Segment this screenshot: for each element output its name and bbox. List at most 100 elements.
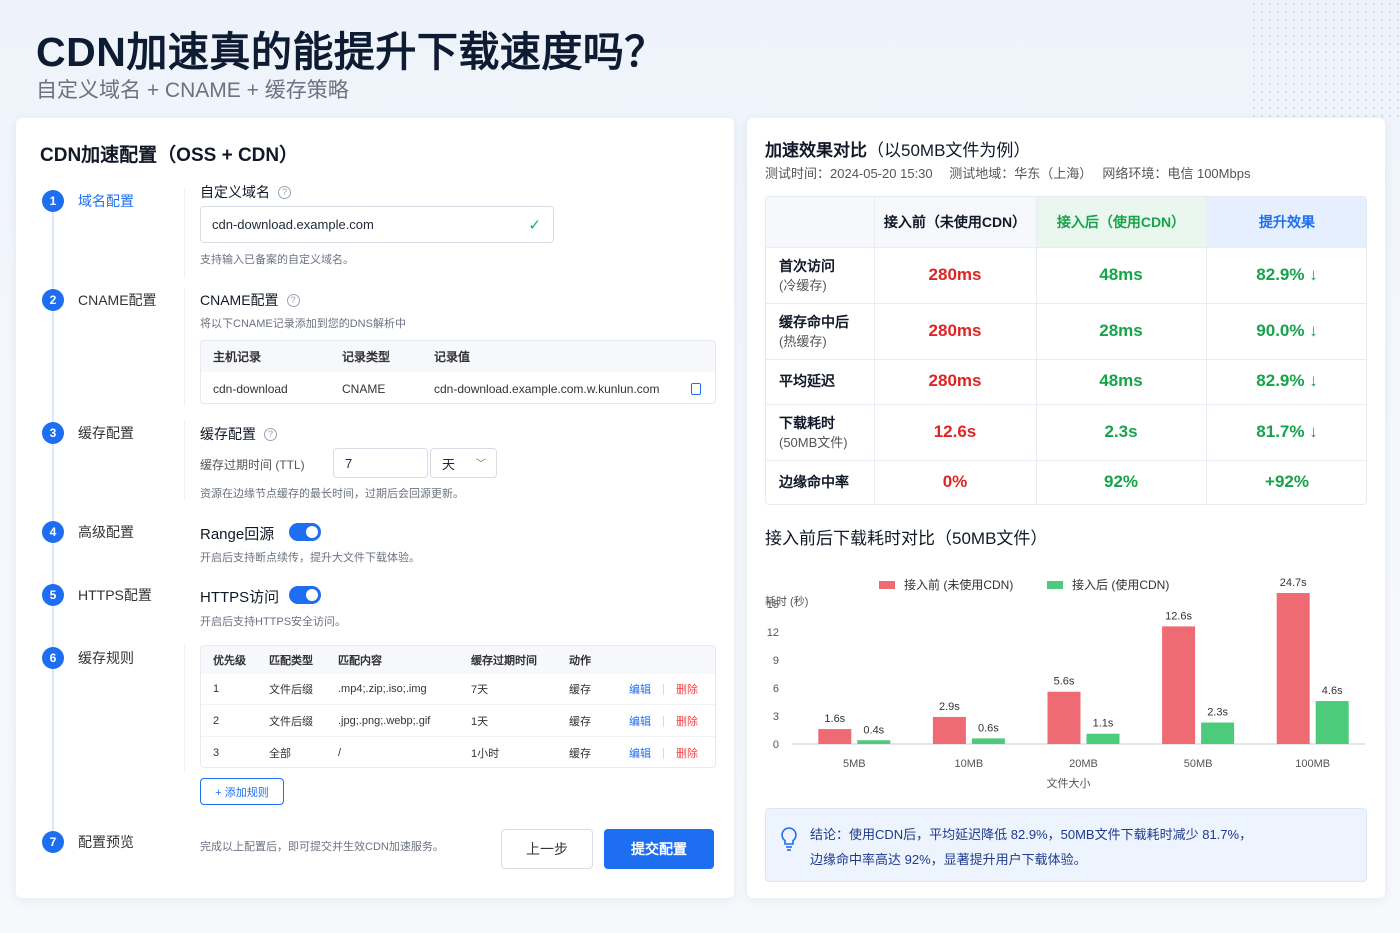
column-header: 主机记录: [213, 350, 262, 364]
domain-input-value: cdn-download.example.com: [212, 217, 374, 232]
conclusion-box: 结论：使用CDN后，平均延迟降低 82.9%，50MB文件下载耗时减少 81.7…: [765, 808, 1367, 882]
step-number: 7: [42, 831, 64, 853]
step-advanced[interactable]: 4 高级配置: [42, 521, 134, 543]
domain-input[interactable]: cdn-download.example.com ✓: [200, 206, 554, 243]
ttl-input[interactable]: 7: [333, 448, 428, 478]
divider: [766, 359, 1366, 360]
range-toggle[interactable]: [289, 523, 321, 541]
row-label: 首次访问 (冷缓存): [779, 256, 835, 296]
step-number: 6: [42, 647, 64, 669]
y-tick-label: 6: [773, 683, 779, 695]
before-value: 0%: [942, 472, 968, 491]
x-tick-label: 20MB: [1069, 758, 1098, 770]
bar-before: [932, 716, 966, 744]
rule-match-type: 文件后缀: [269, 684, 313, 696]
bar-after: [1201, 722, 1235, 744]
chevron-down-icon: ﹀: [476, 459, 486, 470]
gain-value: +92%: [1265, 472, 1309, 491]
step-label: HTTPS配置: [78, 587, 152, 603]
before-value: 280ms: [928, 265, 982, 284]
rule-action: 缓存: [569, 715, 591, 728]
help-icon[interactable]: ?: [278, 185, 291, 199]
https-toggle[interactable]: [289, 586, 321, 604]
delete-link[interactable]: 删除: [676, 745, 698, 761]
domain-label: 自定义域名: [200, 184, 270, 200]
range-hint: 开启后支持断点续传，提升大文件下载体验。: [200, 552, 420, 564]
separator: |: [662, 714, 665, 727]
help-icon[interactable]: ?: [264, 427, 277, 441]
delete-link[interactable]: 删除: [676, 713, 698, 729]
step-cname[interactable]: 2 CNAME配置: [42, 289, 157, 311]
rule-ttl: 1天: [471, 715, 489, 728]
ttl-value: 7: [345, 455, 353, 471]
row-label-text: 平均延迟: [779, 373, 835, 389]
step-domain[interactable]: 1 域名配置: [42, 190, 134, 212]
ttl-label: 缓存过期时间 (TTL): [200, 458, 305, 472]
row-label: 边缘命中率: [779, 472, 849, 492]
record-value: cdn-download.example.com.w.kunlun.com: [434, 381, 660, 396]
step-cache-rules[interactable]: 6 缓存规则: [42, 647, 134, 669]
rule-match-type: 全部: [269, 748, 291, 760]
edit-link[interactable]: 编辑: [629, 713, 651, 729]
x-tick-label: 100MB: [1295, 758, 1330, 770]
step-number: 5: [42, 584, 64, 606]
help-icon[interactable]: ?: [286, 293, 300, 307]
comparison-title: 加速效果对比（以50MB文件为例）: [765, 136, 1030, 161]
delete-link[interactable]: 删除: [676, 681, 698, 697]
ttl-unit-select[interactable]: 天 ﹀: [430, 448, 497, 478]
data-label: 0.6s: [978, 722, 999, 734]
download-time-chart: 接入前 (未使用CDN) 接入后 (使用CDN)耗时 (秒)036912151.6…: [765, 577, 1365, 790]
check-icon: ✓: [528, 217, 541, 234]
data-label: 5.6s: [1054, 676, 1075, 688]
divider: [184, 288, 185, 406]
prev-step-button[interactable]: 上一步: [501, 829, 593, 869]
legend-label: 接入后 (使用CDN): [1072, 577, 1169, 592]
background-dots: [1250, 0, 1400, 120]
edit-link[interactable]: 编辑: [629, 745, 651, 761]
column-header-before: 接入前（未使用CDN）: [883, 214, 1027, 230]
column-header-gain: 提升效果: [1206, 197, 1366, 247]
data-label: 1.1s: [1093, 718, 1114, 730]
y-tick-label: 9: [773, 655, 779, 667]
column-header: 优先级: [213, 655, 246, 667]
data-label: 4.6s: [1322, 685, 1343, 697]
row-label: 下载耗时 (50MB文件): [779, 413, 848, 453]
cname-field-title: CNAME配置?: [200, 290, 300, 310]
row-label-text: 首次访问: [779, 258, 835, 274]
cname-hint: 将以下CNAME记录添加到您的DNS解析中: [200, 318, 406, 330]
after-value: 48ms: [1099, 265, 1143, 284]
step-cache[interactable]: 3 缓存配置: [42, 422, 134, 444]
data-label: 0.4s: [863, 724, 884, 736]
before-value: 280ms: [928, 371, 982, 390]
row-sublabel: (热缓存): [779, 334, 827, 349]
x-tick-label: 5MB: [843, 758, 866, 770]
copy-icon[interactable]: [691, 383, 701, 395]
submit-config-button[interactable]: 提交配置: [604, 829, 714, 869]
column-header: 记录类型: [342, 350, 391, 364]
rule-match-content: .jpg;.png;.webp;.gif: [338, 714, 431, 727]
divider: [184, 643, 185, 773]
rule-priority: 3: [213, 747, 220, 759]
https-hint: 开启后支持HTTPS安全访问。: [200, 616, 347, 628]
table-header: 优先级 匹配类型 匹配内容 缓存过期时间 动作: [201, 646, 715, 674]
cache-label: 缓存配置: [200, 426, 256, 442]
divider: [766, 303, 1366, 304]
comparison-table: 接入前（未使用CDN） 接入后（使用CDN） 提升效果 首次访问 (冷缓存) 28…: [765, 196, 1367, 505]
add-rule-button[interactable]: + 添加规则: [200, 778, 284, 805]
row-label-text: 下载耗时: [779, 415, 835, 431]
step-number: 4: [42, 521, 64, 543]
gain-value: 81.7% ↓: [1256, 422, 1318, 441]
edit-link[interactable]: 编辑: [629, 681, 651, 697]
step-label: 域名配置: [78, 193, 134, 209]
divider: [184, 188, 185, 278]
x-tick-label: 50MB: [1184, 758, 1213, 770]
preview-hint: 完成以上配置后，即可提交并生效CDN加速服务。: [200, 841, 444, 853]
bar-after: [971, 738, 1005, 744]
step-https[interactable]: 5 HTTPS配置: [42, 584, 152, 606]
step-label: 缓存规则: [78, 650, 134, 666]
after-value: 28ms: [1099, 321, 1143, 340]
rule-action: 缓存: [569, 748, 591, 760]
cdn-config-panel: CDN加速配置（OSS + CDN） 1 域名配置 2 CNAME配置 3 缓存配置 …: [16, 118, 734, 898]
step-preview[interactable]: 7 配置预览: [42, 831, 134, 853]
divider: [1036, 197, 1037, 504]
